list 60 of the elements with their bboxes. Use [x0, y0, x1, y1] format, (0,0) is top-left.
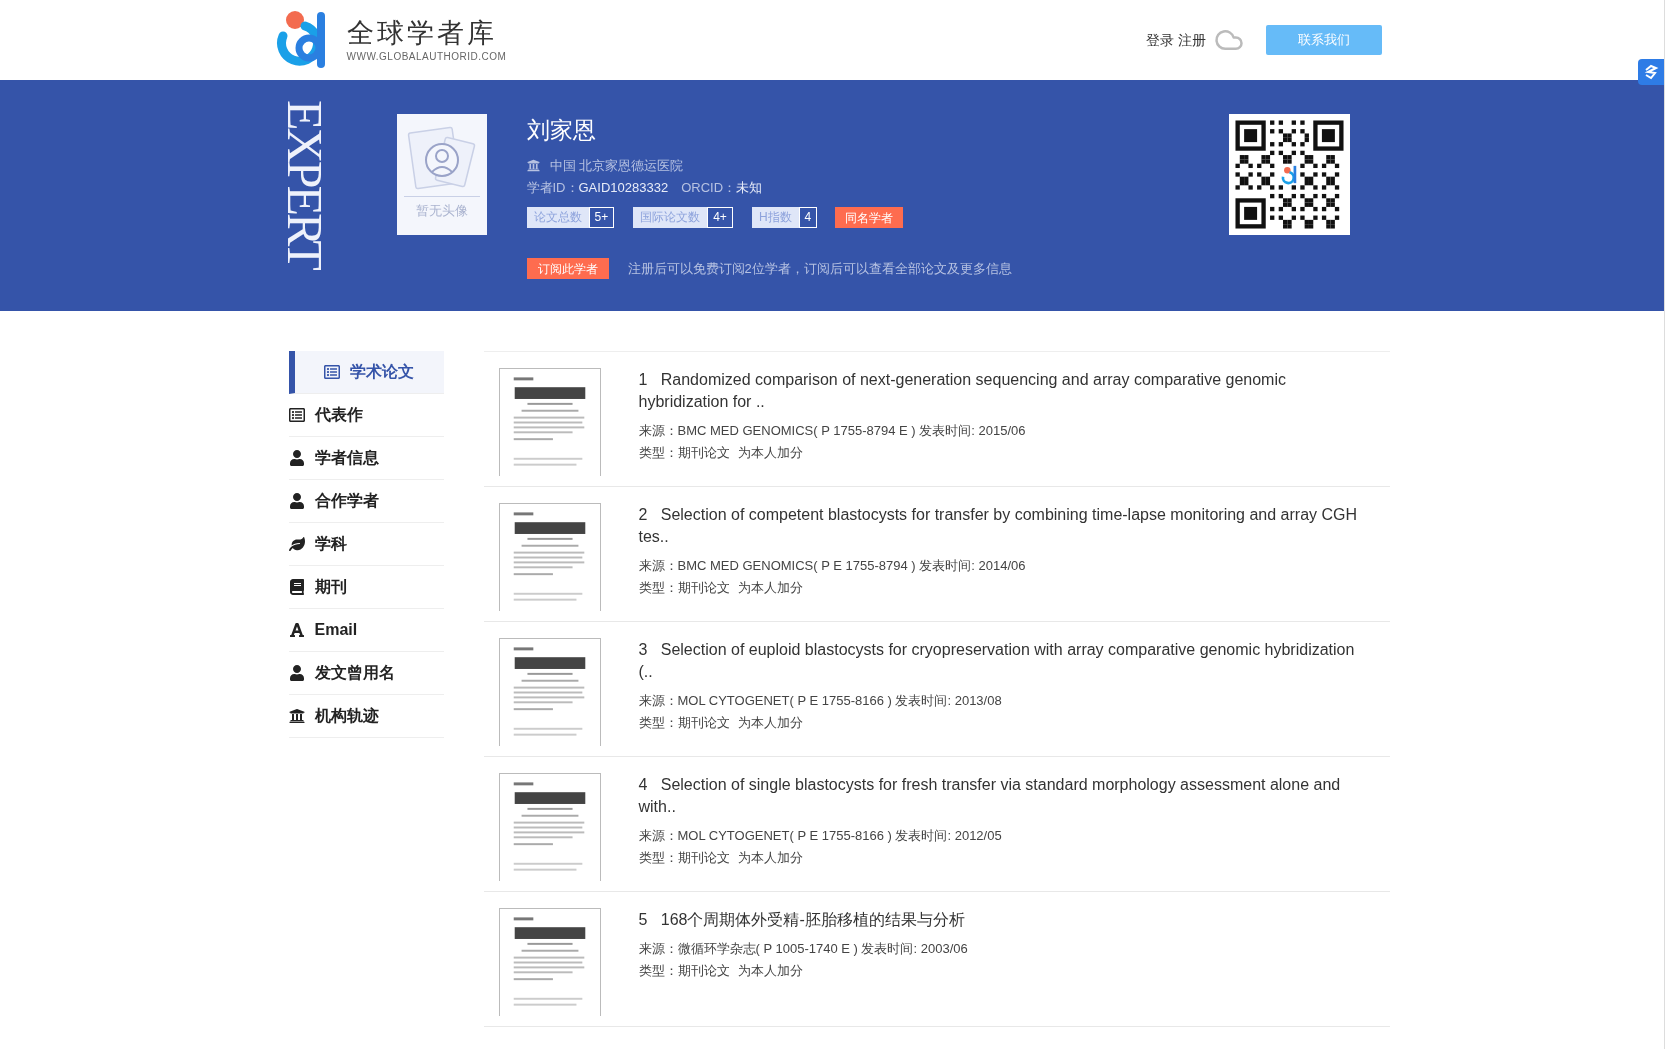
paper-title[interactable]: 5 168个周期体外受精-胚胎移植的结果与分析 [638, 909, 968, 931]
paper-title[interactable]: 3 Selection of euploid blastocysts for cryopreservation with array comparative genomic hybridization (.. [638, 639, 1370, 683]
institution-icon [526, 159, 540, 173]
login-link[interactable]: 登录 [1145, 29, 1174, 51]
bonus-link[interactable]: 为本人加分 [737, 442, 803, 462]
stat-value: 5+ [588, 207, 615, 228]
register-link[interactable]: 注册 [1177, 29, 1206, 51]
scholar-name: 刘家恩 [526, 116, 597, 145]
paper-source: 来源：BMC MED GENOMICS( P 1755-8794 E ) 发表时间: 2015/06 [638, 422, 1027, 440]
paper-title[interactable]: 1 Randomized comparison of next-generation sequencing and array comparative genomic hybridization for .. [638, 369, 1370, 413]
logo-title: 全球学者库 [346, 16, 498, 49]
stat-label: 论文总数 [526, 207, 589, 228]
sidebar-item[interactable]: 学者信息 [288, 437, 444, 480]
logo-subtitle: WWW.GLOBALAUTHORID.COM [346, 49, 507, 64]
book-icon [288, 579, 305, 595]
avatar-placeholder-icon [405, 126, 478, 192]
paper-title[interactable]: 2 Selection of competent blastocysts for transfer by combining time-lapse monitoring and array CGH tes.. [638, 504, 1370, 548]
user-icon [288, 450, 305, 466]
sidebar-item[interactable]: 学科 [288, 523, 444, 566]
side-share-icon[interactable] [1638, 59, 1664, 85]
letter-icon [288, 622, 305, 638]
bank-icon [288, 708, 305, 724]
bonus-link[interactable]: 为本人加分 [737, 960, 803, 980]
sidebar-item[interactable]: 学术论文 [288, 351, 444, 394]
scholar-id: GAID10283332 [578, 178, 669, 197]
user-icon [288, 493, 305, 509]
paper-source: 来源：MOL CYTOGENET( P E 1755-8166 ) 发表时间: 2013/08 [638, 692, 1003, 710]
sidebar-item[interactable]: 合作学者 [288, 480, 444, 523]
stat-label: 国际论文数 [633, 207, 708, 228]
expert-side-text: EXPERT [275, 100, 334, 268]
stat-value: 4 [798, 207, 818, 228]
bonus-link[interactable]: 为本人加分 [737, 847, 803, 867]
bonus-link[interactable]: 为本人加分 [737, 712, 803, 732]
user-icon [288, 665, 305, 681]
paper-type: 类型：期刊论文 [638, 578, 730, 597]
paper-source: 来源：MOL CYTOGENET( P E 1755-8166 ) 发表时间: 2012/05 [638, 827, 1003, 845]
paper-type: 类型：期刊论文 [638, 848, 730, 867]
paper-type: 类型：期刊论文 [638, 443, 730, 462]
orcid-value: 未知 [736, 178, 762, 197]
sidebar-item[interactable]: 机构轨迹 [288, 695, 444, 738]
subscribe-note: 注册后可以免费订阅2位学者，订阅后可以查看全部论文及更多信息 [627, 259, 1012, 278]
paper-type: 类型：期刊论文 [638, 961, 730, 980]
orcid-label: ORCID： [681, 178, 736, 197]
sidebar-item[interactable]: 期刊 [288, 566, 444, 609]
sidebar-item[interactable]: 发文曾用名 [288, 652, 444, 695]
sidebar-item[interactable]: Email [288, 609, 444, 652]
paper-type: 类型：期刊论文 [638, 713, 730, 732]
leaf-icon [288, 536, 305, 552]
stat-value: 4+ [707, 207, 733, 228]
list-icon [288, 407, 305, 423]
stat-label: H指数 [751, 207, 799, 228]
avatar-caption: 暂无头像 [415, 202, 468, 220]
paper-source: 来源：BMC MED GENOMICS( P E 1755-8794 ) 发表时间: 2014/06 [638, 557, 1027, 575]
paper-title[interactable]: 4 Selection of single blastocysts for fresh transfer via standard morphology assessment alone and with.. [638, 774, 1370, 818]
sidebar-item[interactable]: 代表作 [288, 394, 444, 437]
institution-text: 中国 北京家恩德运医院 [549, 157, 684, 175]
list-icon [324, 364, 340, 380]
bonus-link[interactable]: 为本人加分 [737, 577, 803, 597]
scholar-id-label: 学者ID： [526, 178, 579, 197]
paper-source: 来源：微循环学杂志( P 1005-1740 E ) 发表时间: 2003/06 [638, 940, 968, 958]
